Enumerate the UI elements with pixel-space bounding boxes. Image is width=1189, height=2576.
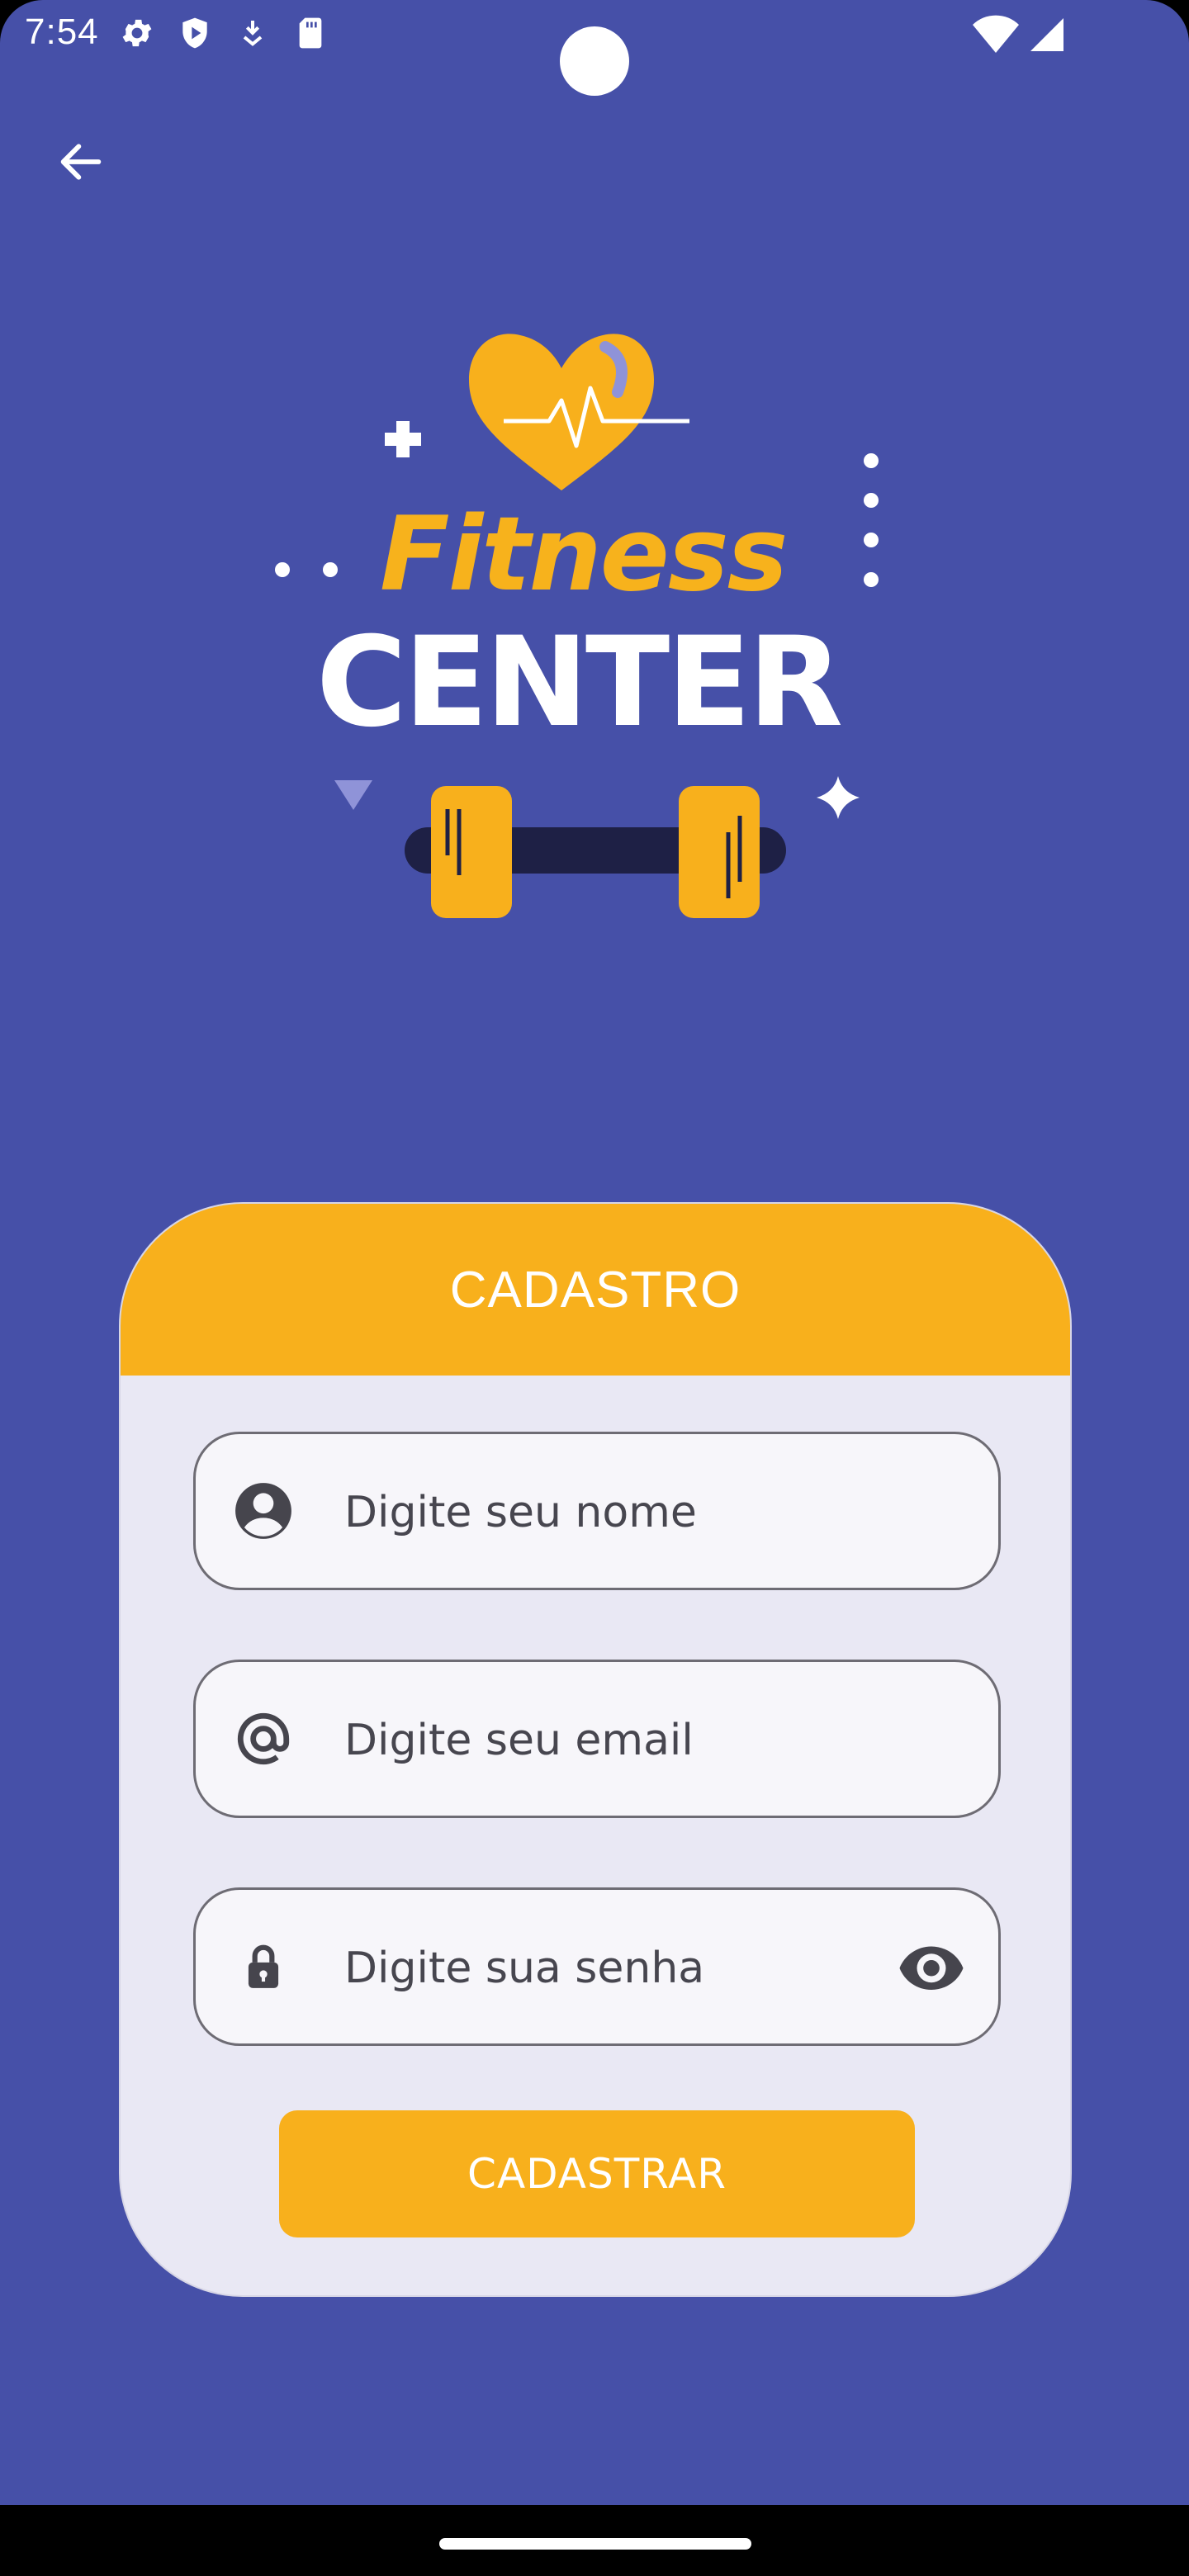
register-card: CADASTRO CADASTRAR <box>119 1202 1072 2297</box>
email-input[interactable] <box>344 1695 873 1786</box>
back-button[interactable] <box>46 129 116 198</box>
status-icons-left <box>119 15 329 51</box>
logo-word-fitness: Fitness <box>380 495 788 614</box>
gear-icon <box>119 15 155 51</box>
eye-icon <box>899 1946 964 1990</box>
email-field[interactable] <box>193 1660 1001 1818</box>
lock-icon <box>230 1934 296 2000</box>
app-screen: 7:54 Fitness CENTER CADASTRO Digite seu … <box>0 0 1189 2505</box>
navigation-bar <box>0 2505 1189 2576</box>
password-input[interactable] <box>344 1923 873 2014</box>
plus-icon <box>385 421 421 457</box>
play-protect-icon <box>177 15 213 51</box>
sd-card-icon <box>292 15 329 51</box>
fitness-center-logo: Fitness CENTER <box>264 322 892 933</box>
logo-word-center: CENTER <box>315 611 843 755</box>
register-button[interactable]: CADASTRAR <box>279 2110 915 2237</box>
name-field[interactable] <box>193 1432 1001 1590</box>
visibility-toggle[interactable] <box>894 1930 969 2004</box>
cell-signal-icon <box>1027 15 1067 59</box>
home-indicator[interactable] <box>439 2538 751 2550</box>
download-icon <box>234 15 271 51</box>
status-time: 7:54 <box>25 12 99 52</box>
sparkle-icon <box>817 776 860 819</box>
account-circle-icon <box>230 1478 296 1544</box>
card-title: CADASTRO <box>449 1261 741 1319</box>
password-field[interactable] <box>193 1887 1001 2046</box>
status-bar: 7:54 <box>0 0 1189 96</box>
at-sign-icon <box>230 1706 296 1772</box>
heart-icon <box>469 334 654 490</box>
wifi-icon <box>973 15 1019 59</box>
status-icons-right <box>973 15 1067 59</box>
card-header: CADASTRO <box>121 1204 1070 1376</box>
name-input[interactable] <box>344 1467 873 1558</box>
camera-cutout <box>560 26 629 96</box>
arrow-back-icon <box>54 135 107 192</box>
